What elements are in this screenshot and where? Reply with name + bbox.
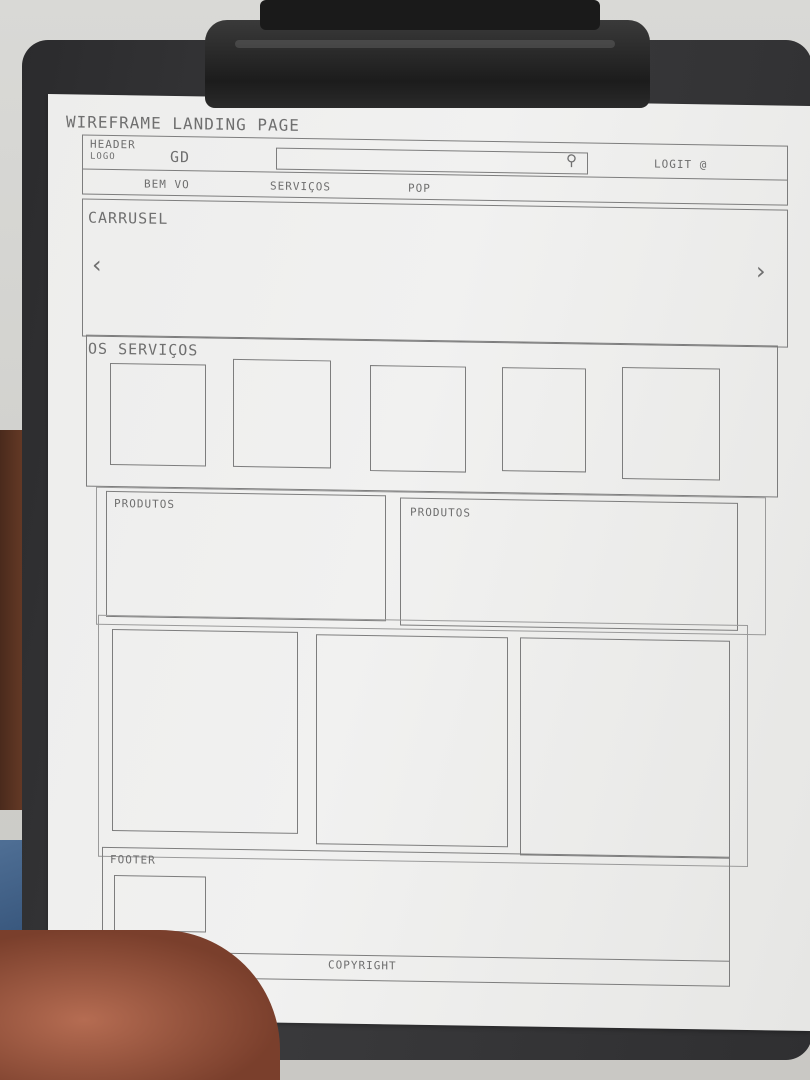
chevron-left-icon: ‹ <box>92 250 102 279</box>
feature-box-2 <box>316 634 508 848</box>
logo-label: LOGO <box>90 151 116 163</box>
brand-mark: GD <box>170 147 191 167</box>
nav-item-1: BEM VO <box>144 177 190 192</box>
carousel-frame <box>82 198 788 348</box>
magnifier-icon: ⚲ <box>566 151 577 170</box>
service-box-3 <box>370 365 466 473</box>
service-box-1 <box>110 362 206 467</box>
chevron-right-icon: › <box>756 257 766 286</box>
service-box-4 <box>502 367 586 473</box>
copyright-label: COPYRIGHT <box>328 958 397 973</box>
service-box-2 <box>233 358 331 469</box>
footer-box <box>114 875 206 933</box>
sheet-title: WIREFRAME LANDING PAGE <box>66 112 300 135</box>
clipboard-clip <box>205 0 650 108</box>
account-label: LOGIT @ <box>654 157 708 172</box>
header-label: HEADER <box>90 137 136 152</box>
carousel-label: CARRUSEL <box>88 208 169 228</box>
wireframe-sheet: WIREFRAME LANDING PAGE HEADER LOGO GD ⚲ … <box>48 94 810 1031</box>
services-label: OS SERVIÇOS <box>88 339 199 360</box>
feature-box-3 <box>520 637 730 859</box>
service-box-5 <box>622 367 720 481</box>
footer-label: FOOTER <box>110 852 156 867</box>
nav-item-2: SERVIÇOS <box>270 179 331 194</box>
products-left-label: PRODUTOS <box>114 497 175 511</box>
products-right-label: PRODUTOS <box>410 505 471 520</box>
feature-box-1 <box>112 629 298 834</box>
nav-item-3: POP <box>408 181 431 196</box>
